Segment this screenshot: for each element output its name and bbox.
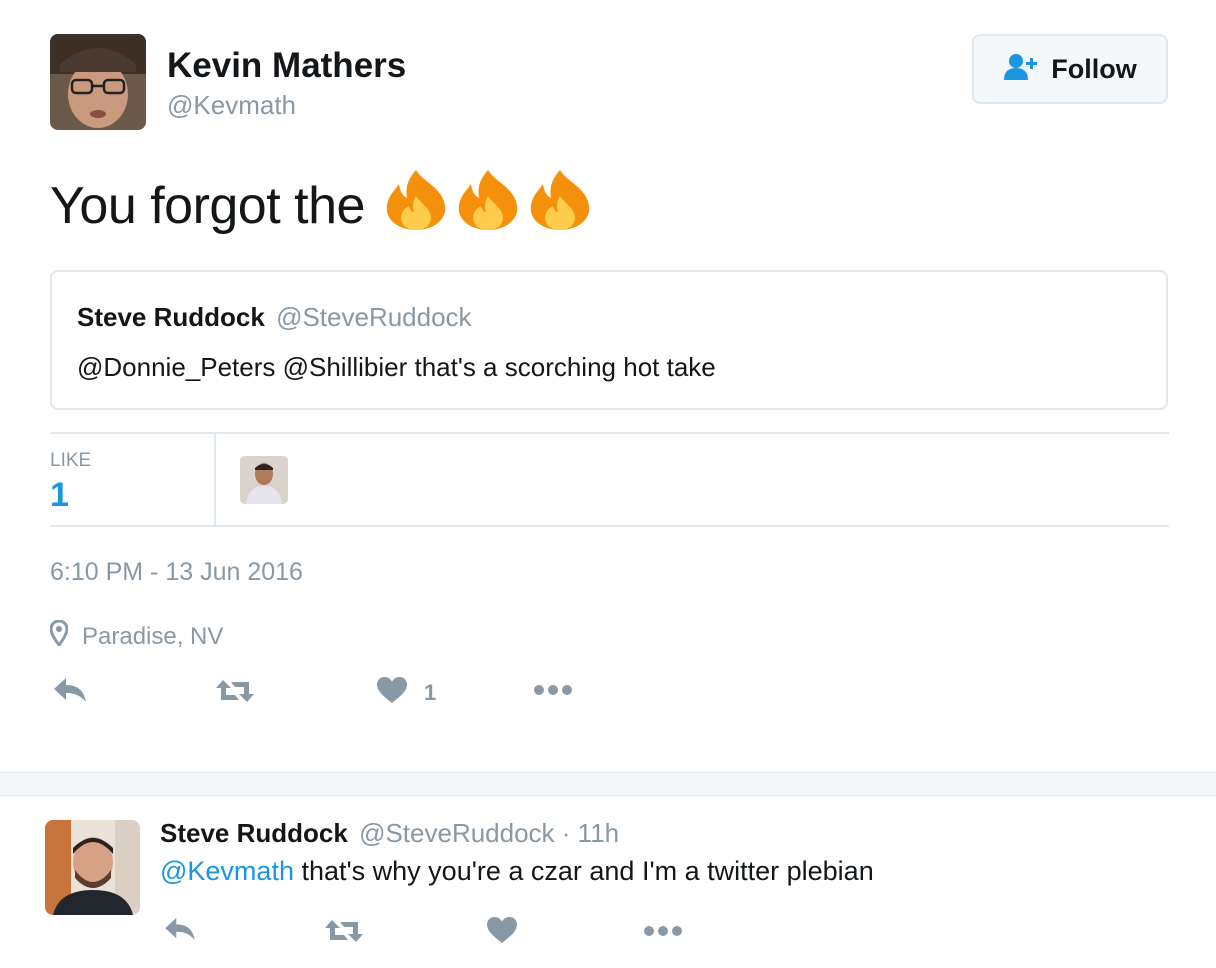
tweet-text-content: You forgot the bbox=[50, 176, 365, 235]
quoted-author-name: Steve Ruddock bbox=[77, 302, 265, 332]
reply-author-avatar[interactable] bbox=[45, 820, 140, 915]
author-avatar[interactable] bbox=[50, 34, 146, 130]
like-action-count: 1 bbox=[424, 679, 437, 705]
quoted-author: Steve Ruddock @SteveRuddock bbox=[77, 302, 472, 333]
reply-author-meta[interactable]: @SteveRuddock · 11h bbox=[359, 818, 619, 848]
location-pin-icon bbox=[49, 619, 69, 653]
reply-reply-button[interactable] bbox=[163, 916, 197, 947]
quoted-author-handle: @SteveRuddock bbox=[276, 302, 472, 332]
stats-bottom-divider bbox=[50, 525, 1169, 527]
more-icon bbox=[533, 683, 573, 701]
reply-text-content: that's why you're a czar and I'm a twitt… bbox=[293, 856, 874, 886]
like-button[interactable]: 1 bbox=[376, 676, 436, 709]
retweet-icon bbox=[215, 678, 255, 709]
tweet-text: You forgot the bbox=[50, 168, 599, 243]
reply-like-button[interactable] bbox=[486, 916, 518, 949]
reply-retweet-button[interactable] bbox=[324, 918, 364, 949]
retweet-button[interactable] bbox=[215, 678, 255, 709]
quoted-text: @Donnie_Peters @Shillibier that's a scor… bbox=[77, 352, 716, 382]
reply-header: Steve Ruddock @SteveRuddock · 11h bbox=[160, 818, 619, 849]
reply-icon bbox=[163, 916, 197, 947]
tweet-location[interactable]: Paradise, NV bbox=[49, 619, 224, 653]
follow-label: Follow bbox=[1051, 53, 1137, 84]
stats-vertical-divider bbox=[214, 434, 216, 526]
conversation-separator bbox=[0, 772, 1216, 796]
fire-emoji bbox=[383, 168, 449, 243]
fire-emoji bbox=[455, 168, 521, 243]
liker-avatar[interactable] bbox=[240, 456, 288, 504]
author-name[interactable]: Kevin Mathers bbox=[167, 46, 406, 86]
follow-user-icon bbox=[1003, 53, 1041, 86]
fire-emoji bbox=[527, 168, 593, 243]
reply-text: @Kevmath that's why you're a czar and I'… bbox=[160, 856, 874, 887]
like-stat-count[interactable]: 1 bbox=[50, 476, 69, 515]
reply-more-button[interactable] bbox=[643, 924, 683, 942]
more-button[interactable] bbox=[533, 683, 573, 701]
quoted-tweet[interactable]: Steve Ruddock @SteveRuddock @Donnie_Pete… bbox=[50, 270, 1168, 410]
reply-icon bbox=[52, 676, 88, 709]
retweet-icon bbox=[324, 918, 364, 949]
tweet-timestamp[interactable]: 6:10 PM - 13 Jun 2016 bbox=[50, 558, 303, 587]
reply-button[interactable] bbox=[52, 676, 88, 709]
like-stat-label: LIKE bbox=[50, 450, 92, 471]
location-label: Paradise, NV bbox=[82, 622, 224, 650]
more-icon bbox=[643, 924, 683, 942]
author-handle[interactable]: @Kevmath bbox=[167, 90, 296, 121]
reply-author-name[interactable]: Steve Ruddock bbox=[160, 818, 348, 848]
reply-mention-link[interactable]: @Kevmath bbox=[160, 856, 294, 886]
heart-icon bbox=[376, 676, 408, 709]
follow-button[interactable]: Follow bbox=[972, 34, 1168, 104]
heart-icon bbox=[486, 916, 518, 949]
stats-top-divider bbox=[50, 432, 1169, 434]
